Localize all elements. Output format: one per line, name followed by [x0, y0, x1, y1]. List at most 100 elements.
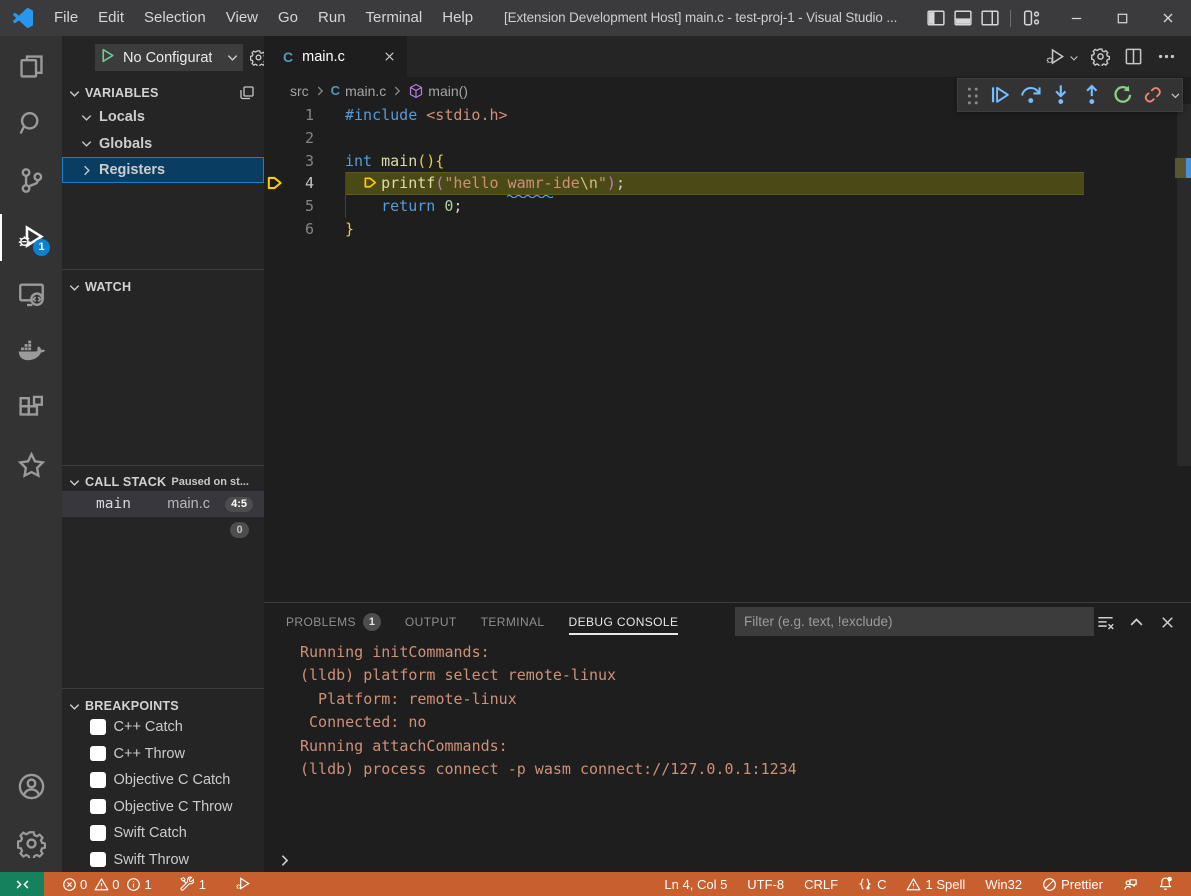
stack-frame-row[interactable]: mainmain.c4:5 — [62, 491, 264, 517]
collapse-all-icon[interactable] — [239, 85, 255, 101]
tree-item-label: Globals — [99, 136, 152, 152]
console-filter-input[interactable]: Filter (e.g. text, !exclude) — [735, 607, 1094, 636]
toggle-sidebar-icon[interactable] — [927, 9, 945, 27]
maximize-panel-icon[interactable] — [1127, 613, 1146, 632]
code-text: printf("hello wamr-ide\n"); — [345, 172, 625, 195]
menu-edit[interactable]: Edit — [88, 0, 134, 36]
restart-icon[interactable] — [1112, 84, 1134, 106]
minimize-button[interactable] — [1053, 0, 1099, 36]
activitybar-item-run-and-debug[interactable]: 1 — [0, 209, 62, 266]
split-editor-icon[interactable] — [1124, 47, 1143, 66]
close-button[interactable] — [1145, 0, 1191, 36]
statusbar-feedback[interactable] — [1113, 872, 1148, 896]
activitybar-item-source-control[interactable] — [0, 152, 62, 209]
statusbar-spell-checker[interactable]: 1 Spell — [896, 872, 975, 896]
statusbar-eol[interactable]: CRLF — [794, 872, 848, 896]
breakpoint-checkbox[interactable] — [90, 772, 106, 788]
close-tab-icon[interactable] — [382, 49, 397, 64]
statusbar-notifications[interactable] — [1148, 872, 1184, 896]
activitybar-item-explorer[interactable] — [0, 38, 62, 95]
editor-actions — [1039, 36, 1183, 77]
menu-go[interactable]: Go — [268, 0, 308, 36]
variables-item-locals[interactable]: Locals — [62, 104, 264, 130]
menu-help[interactable]: Help — [432, 0, 483, 36]
activitybar-item-settings[interactable] — [0, 815, 62, 872]
statusbar-prettier[interactable]: Prettier — [1032, 872, 1113, 896]
clear-console-icon[interactable] — [1096, 613, 1115, 632]
activitybar-item-favorites[interactable] — [0, 437, 62, 494]
statusbar-problems[interactable]: 001 — [52, 872, 169, 896]
activitybar-item-remote-explorer[interactable] — [0, 266, 62, 323]
step-into-icon[interactable] — [1050, 84, 1072, 106]
statusbar-language-mode[interactable]: C — [848, 872, 896, 896]
code-editor[interactable]: 1#include <stdio.h>23int main(){4 printf… — [264, 104, 1191, 602]
chevron-down-icon[interactable] — [1068, 51, 1080, 63]
maximize-button[interactable] — [1099, 0, 1145, 36]
variables-item-globals[interactable]: Globals — [62, 131, 264, 157]
activitybar-item-accounts[interactable] — [0, 758, 62, 815]
toggle-secondary-sidebar-icon[interactable] — [981, 9, 999, 27]
breakpoint-checkbox[interactable] — [90, 799, 106, 815]
console-input-row[interactable] — [264, 849, 1191, 873]
breakpoint-row[interactable]: Swift Catch — [62, 820, 264, 846]
statusbar-platform[interactable]: Win32 — [975, 872, 1032, 896]
statusbar-tasks[interactable]: 1 — [169, 872, 216, 896]
panel-tab-problems[interactable]: PROBLEMS1 — [286, 603, 381, 641]
customize-layout-icon[interactable] — [1023, 9, 1041, 27]
variables-item-registers[interactable]: Registers — [62, 157, 264, 183]
breakpoint-checkbox[interactable] — [90, 746, 106, 762]
titlebar-controls — [922, 0, 1191, 36]
disconnect-icon[interactable] — [1142, 84, 1164, 106]
activitybar-item-extensions[interactable] — [0, 380, 62, 437]
line-number: 1 — [264, 104, 314, 127]
more-actions-icon[interactable] — [1157, 47, 1176, 66]
breakpoint-row[interactable]: C++ Catch — [62, 714, 264, 740]
menu-run[interactable]: Run — [308, 0, 356, 36]
code-line-2: 2 — [264, 127, 1191, 150]
breakpoint-row[interactable]: C++ Throw — [62, 741, 264, 767]
breakpoint-row[interactable]: Objective C Throw — [62, 794, 264, 820]
statusbar-debug[interactable] — [226, 872, 263, 896]
breakpoint-checkbox[interactable] — [90, 852, 106, 868]
statusbar-item-label: C — [877, 877, 886, 892]
menu-selection[interactable]: Selection — [134, 0, 216, 36]
section-separator — [62, 688, 264, 689]
statusbar-encoding[interactable]: UTF-8 — [737, 872, 794, 896]
console-line: Platform: remote-linux — [300, 688, 1191, 711]
panel-tab-terminal[interactable]: TERMINAL — [481, 603, 545, 641]
step-out-icon[interactable] — [1081, 84, 1103, 106]
statusbar-cursor-position[interactable]: Ln 4, Col 5 — [654, 872, 737, 896]
breakpoint-checkbox[interactable] — [90, 719, 106, 735]
breadcrumb-folder[interactable]: src — [290, 83, 309, 99]
tab-main-c[interactable]: Cmain.c — [264, 36, 407, 77]
breadcrumb-file[interactable]: main.c — [345, 83, 386, 99]
filter-placeholder: Filter (e.g. text, !exclude) — [744, 614, 893, 629]
gear-icon[interactable] — [1091, 47, 1110, 66]
toggle-panel-icon[interactable] — [954, 9, 972, 27]
run-or-debug-icon[interactable] — [1046, 47, 1065, 66]
continue-icon[interactable] — [989, 84, 1011, 106]
drag-grip-icon[interactable] — [966, 85, 980, 105]
menu-view[interactable]: View — [216, 0, 268, 36]
panel-tab-debug-console[interactable]: DEBUG CONSOLE — [569, 603, 679, 641]
breakpoint-row[interactable]: Swift Throw — [62, 847, 264, 873]
chevron-down-icon[interactable] — [1169, 89, 1182, 102]
activity-bar: 1 — [0, 36, 62, 872]
menu-terminal[interactable]: Terminal — [356, 0, 433, 36]
close-panel-icon[interactable] — [1158, 613, 1177, 632]
panel-tab-output[interactable]: OUTPUT — [405, 603, 457, 641]
remote-indicator[interactable] — [0, 872, 44, 896]
breakpoint-checkbox[interactable] — [90, 825, 106, 841]
debug-console-output[interactable]: Running initCommands:(lldb) platform sel… — [264, 641, 1191, 846]
activitybar-item-docker[interactable] — [0, 323, 62, 380]
breakpoint-row[interactable]: Objective C Catch — [62, 767, 264, 793]
step-over-icon[interactable] — [1020, 84, 1042, 106]
menu-file[interactable]: File — [44, 0, 88, 36]
breadcrumb-symbol[interactable]: main() — [428, 83, 468, 99]
variables-section-header[interactable]: VARIABLES — [62, 80, 264, 106]
activitybar-item-search[interactable] — [0, 95, 62, 152]
breakpoint-label: Swift Throw — [114, 852, 189, 868]
debug-configuration-dropdown[interactable]: No Configurat — [95, 44, 243, 71]
debug-start-icon[interactable] — [95, 47, 116, 69]
watch-section-header[interactable]: WATCH — [62, 274, 264, 300]
